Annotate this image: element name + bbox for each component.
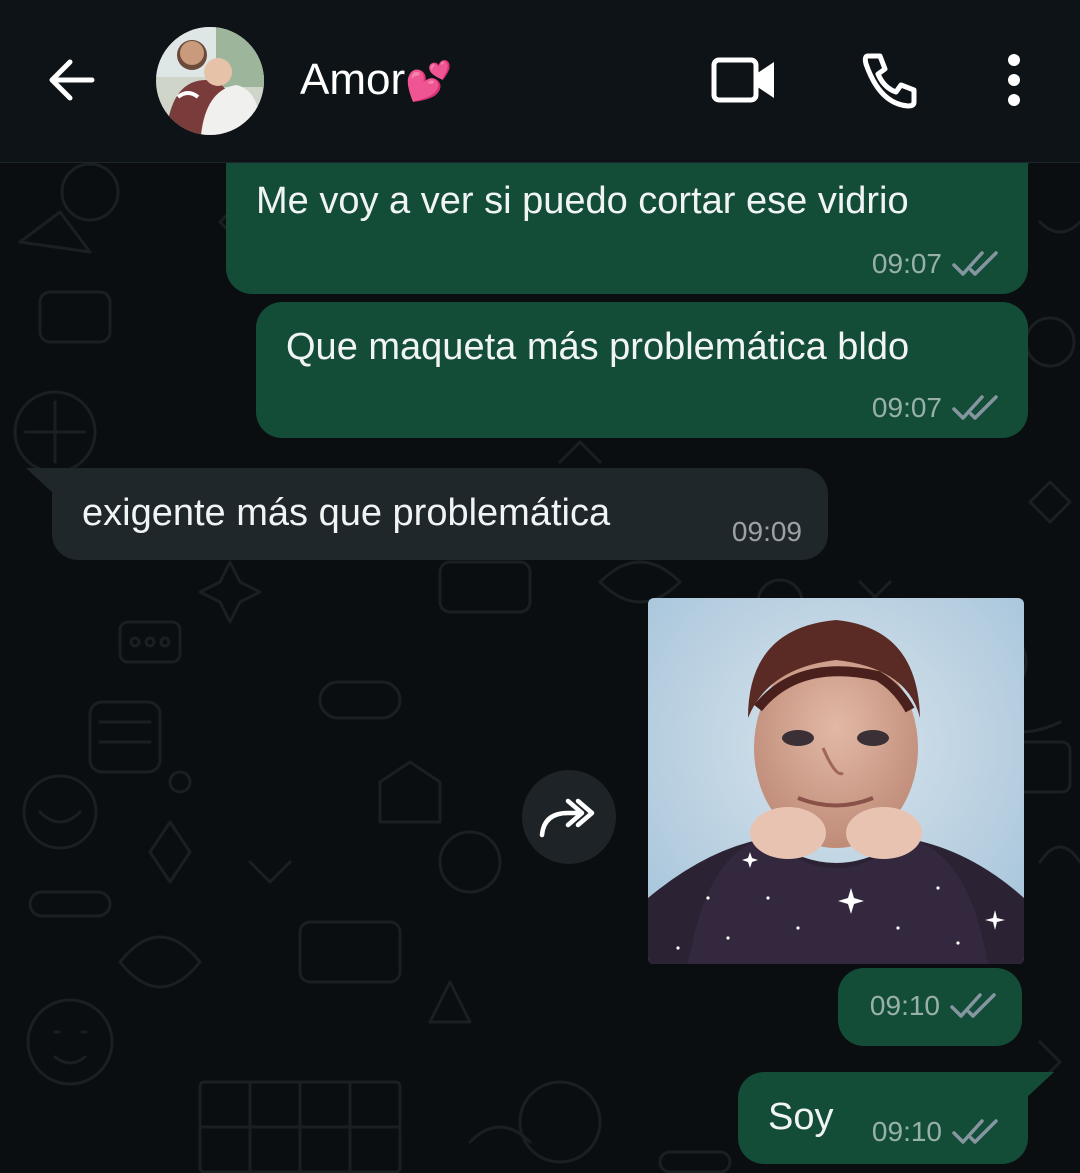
phone-icon[interactable] — [858, 50, 920, 112]
image-message-meta: 09:10 — [838, 968, 1022, 1046]
contact-avatar[interactable] — [156, 27, 264, 135]
chat-header: Amor💕 — [0, 0, 1080, 163]
bubble-tail — [26, 468, 54, 494]
message-text: Que maqueta más problemática bldo — [286, 326, 910, 368]
message-meta: 09:10 — [872, 1116, 1002, 1148]
double-check-icon — [952, 251, 998, 276]
message-time: 09:07 — [871, 248, 942, 279]
avatar-photo — [156, 27, 264, 135]
message-bubble-incoming[interactable]: exigente más que problemática 09:09 — [26, 468, 828, 560]
message-time: 09:07 — [871, 392, 942, 423]
message-bubble-outgoing[interactable]: Soy 09:10 — [738, 1072, 1054, 1164]
double-check-icon — [950, 993, 996, 1018]
contact-name[interactable]: Amor💕 — [300, 54, 452, 107]
bubble-tail — [1026, 1072, 1054, 1098]
message-time: 09:10 — [871, 1116, 942, 1147]
arrow-left-icon[interactable] — [44, 52, 100, 108]
message-meta: 09:09 — [732, 516, 802, 548]
contact-name-text: Amor — [300, 55, 406, 104]
message-meta: 09:07 — [872, 392, 1002, 424]
message-text: Me voy a ver si puedo cortar ese vidrio — [256, 180, 909, 222]
message-text: exigente más que problemática — [82, 492, 611, 534]
video-camera-icon[interactable] — [710, 52, 778, 108]
forward-share-icon — [539, 798, 595, 838]
shared-photo — [648, 598, 1024, 964]
message-time: 09:09 — [731, 516, 802, 547]
message-bubble-outgoing[interactable]: Que maqueta más problemática bldo 09:07 — [256, 302, 1028, 438]
more-vertical-icon[interactable] — [996, 52, 1032, 108]
image-message[interactable] — [648, 598, 1024, 964]
message-time: 09:10 — [869, 990, 940, 1021]
forward-button[interactable] — [522, 770, 616, 864]
message-meta: 09:07 — [872, 248, 1002, 280]
double-check-icon — [952, 1119, 998, 1144]
message-bubble-outgoing[interactable]: Me voy a ver si puedo cortar ese vidrio … — [226, 140, 1054, 294]
message-text: Soy — [768, 1096, 834, 1138]
message-meta: 09:10 — [870, 990, 1000, 1022]
double-check-icon — [952, 395, 998, 420]
two-hearts-emoji: 💕 — [405, 59, 453, 103]
